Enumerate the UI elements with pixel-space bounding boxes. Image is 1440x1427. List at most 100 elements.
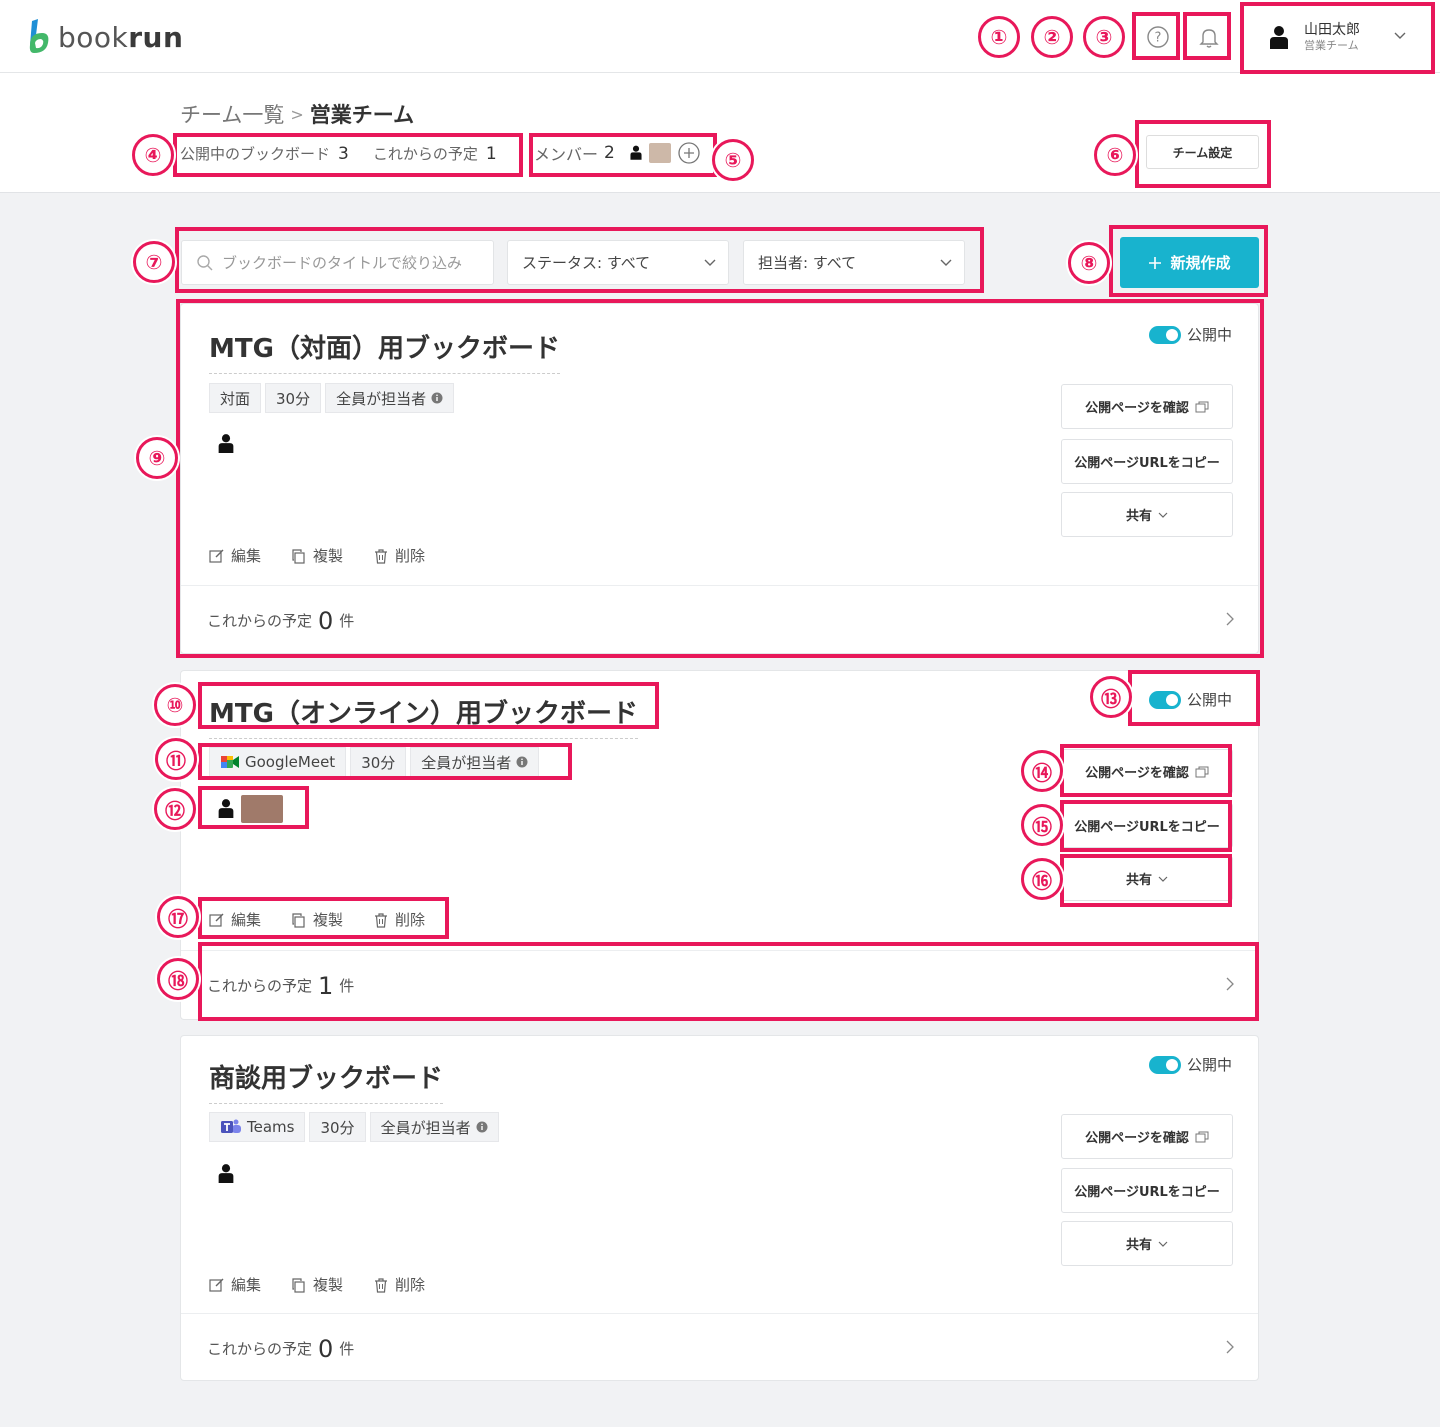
assignee-filter-select[interactable]: 担当者: すべて — [743, 240, 965, 285]
card-members — [217, 1162, 235, 1186]
card-actions: 編集 複製 削除 — [209, 545, 425, 566]
delete-button[interactable]: 削除 — [373, 1274, 425, 1295]
bookboard-card: 商談用ブックボード 公開中 Teams 30分 全員が担当者 公開ページを確認 … — [180, 1035, 1259, 1381]
published-count: 3 — [338, 143, 349, 164]
edit-icon — [209, 549, 224, 563]
status-filter-select[interactable]: ステータス: すべて — [507, 240, 729, 285]
publish-toggle[interactable]: 公開中 — [1148, 1054, 1232, 1075]
callout-10: ⑩ — [154, 684, 196, 726]
search-input[interactable]: ブックボードのタイトルで絞り込み — [181, 240, 494, 285]
trash-icon — [375, 548, 388, 564]
info-icon[interactable] — [516, 756, 528, 768]
trash-icon — [375, 912, 388, 928]
new-bookboard-button[interactable]: 新規作成 — [1120, 237, 1259, 288]
add-member-icon[interactable] — [677, 141, 701, 165]
callout-7: ⑦ — [133, 241, 175, 283]
duration-tag: 30分 — [309, 1112, 366, 1142]
view-public-page-button[interactable]: 公開ページを確認 — [1061, 1114, 1233, 1159]
copy-url-button[interactable]: 公開ページURLをコピー — [1061, 439, 1233, 484]
copy-url-button[interactable]: 公開ページURLをコピー — [1061, 803, 1233, 848]
edit-button[interactable]: 編集 — [209, 545, 261, 566]
toggle-label: 公開中 — [1186, 1056, 1232, 1074]
callout-1: ① — [978, 16, 1020, 58]
chevron-right-icon — [1226, 1340, 1234, 1354]
publish-toggle[interactable]: 公開中 — [1148, 324, 1232, 345]
logo-text: bookrun — [58, 20, 184, 54]
members: メンバー 2 — [534, 141, 701, 165]
upcoming-row[interactable]: これからの予定 0 件 — [181, 1313, 1258, 1383]
bell-icon — [1199, 29, 1219, 48]
user-menu[interactable]: 山田太郎 営業チーム — [1244, 4, 1432, 71]
breadcrumb: チーム一覧 > 営業チーム — [180, 99, 414, 129]
search-placeholder: ブックボードのタイトルで絞り込み — [222, 254, 463, 272]
card-tags: 対面 30分 全員が担当者 — [209, 383, 455, 413]
callout-17: ⑰ — [157, 896, 199, 938]
upcoming-row[interactable]: これからの予定 1 件 — [181, 950, 1258, 1020]
info-icon[interactable] — [431, 392, 443, 404]
member-avatar-photo — [648, 143, 671, 163]
breadcrumb-separator: > — [290, 104, 304, 124]
copy-icon — [292, 1277, 305, 1293]
callout-8: ⑧ — [1068, 242, 1110, 284]
share-button[interactable]: 共有 — [1061, 856, 1233, 901]
card-title[interactable]: 商談用ブックボード — [209, 1058, 444, 1104]
card-actions: 編集 複製 削除 — [209, 909, 425, 930]
breadcrumb-current: 営業チーム — [309, 103, 415, 127]
assignee-tag: 全員が担当者 — [410, 747, 540, 777]
toggle-switch[interactable] — [1148, 1055, 1181, 1074]
assignee-tag: 全員が担当者 — [325, 383, 455, 413]
card-tags: Teams 30分 全員が担当者 — [209, 1112, 499, 1142]
publish-toggle[interactable]: 公開中 — [1148, 689, 1232, 710]
team-settings-button[interactable]: チーム設定 — [1146, 135, 1259, 169]
duplicate-button[interactable]: 複製 — [291, 909, 343, 930]
external-window-icon — [1195, 1131, 1209, 1142]
question-circle-icon: ? — [1147, 26, 1169, 48]
help-button[interactable]: ? — [1134, 13, 1182, 61]
info-icon[interactable] — [476, 1121, 488, 1133]
member-avatar-photo — [241, 795, 283, 823]
notification-button[interactable] — [1185, 13, 1233, 61]
meeting-type-tag: Teams — [209, 1112, 306, 1142]
bookboard-card: MTG（対面）用ブックボード 公開中 対面 30分 全員が担当者 公開ページを確… — [180, 303, 1259, 654]
card-title[interactable]: MTG（オンライン）用ブックボード — [209, 693, 638, 739]
duplicate-button[interactable]: 複製 — [291, 1274, 343, 1295]
external-window-icon — [1195, 401, 1209, 412]
duration-tag: 30分 — [350, 747, 407, 777]
callout-2: ② — [1031, 16, 1073, 58]
duplicate-button[interactable]: 複製 — [291, 545, 343, 566]
view-public-page-button[interactable]: 公開ページを確認 — [1061, 384, 1233, 429]
assignee-tag: 全員が担当者 — [369, 1112, 499, 1142]
delete-button[interactable]: 削除 — [373, 545, 425, 566]
breadcrumb-parent[interactable]: チーム一覧 — [180, 99, 284, 129]
chevron-right-icon — [1226, 612, 1234, 626]
trash-icon — [375, 1277, 388, 1293]
callout-11: ⑪ — [155, 738, 197, 780]
copy-url-button[interactable]: 公開ページURLをコピー — [1061, 1168, 1233, 1213]
bookrun-logo[interactable]: bookrun — [26, 18, 183, 56]
user-info: 山田太郎 営業チーム — [1304, 22, 1360, 54]
duration-tag: 30分 — [265, 383, 322, 413]
new-bookboard-label: 新規作成 — [1170, 254, 1231, 272]
card-title[interactable]: MTG（対面）用ブックボード — [209, 328, 560, 374]
copy-icon — [292, 548, 305, 564]
edit-button[interactable]: 編集 — [209, 909, 261, 930]
upcoming-row[interactable]: これからの予定 0 件 — [181, 585, 1258, 655]
callout-15: ⑮ — [1021, 804, 1063, 846]
member-avatar-icon — [218, 799, 234, 818]
callout-13: ⑬ — [1090, 676, 1132, 718]
share-button[interactable]: 共有 — [1061, 1221, 1233, 1266]
view-public-page-button[interactable]: 公開ページを確認 — [1061, 749, 1233, 794]
card-actions: 編集 複製 削除 — [209, 1274, 425, 1295]
share-button[interactable]: 共有 — [1061, 492, 1233, 537]
member-avatar-icon — [218, 1164, 234, 1183]
callout-6: ⑥ — [1094, 134, 1136, 176]
status-filter-value: ステータス: すべて — [522, 254, 651, 272]
toggle-switch[interactable] — [1148, 325, 1181, 344]
teams-icon — [221, 1119, 241, 1133]
toggle-switch[interactable] — [1148, 690, 1181, 709]
edit-button[interactable]: 編集 — [209, 1274, 261, 1295]
toggle-label: 公開中 — [1186, 691, 1232, 709]
delete-button[interactable]: 削除 — [373, 909, 425, 930]
chevron-down-icon — [704, 259, 716, 266]
edit-icon — [209, 913, 224, 927]
